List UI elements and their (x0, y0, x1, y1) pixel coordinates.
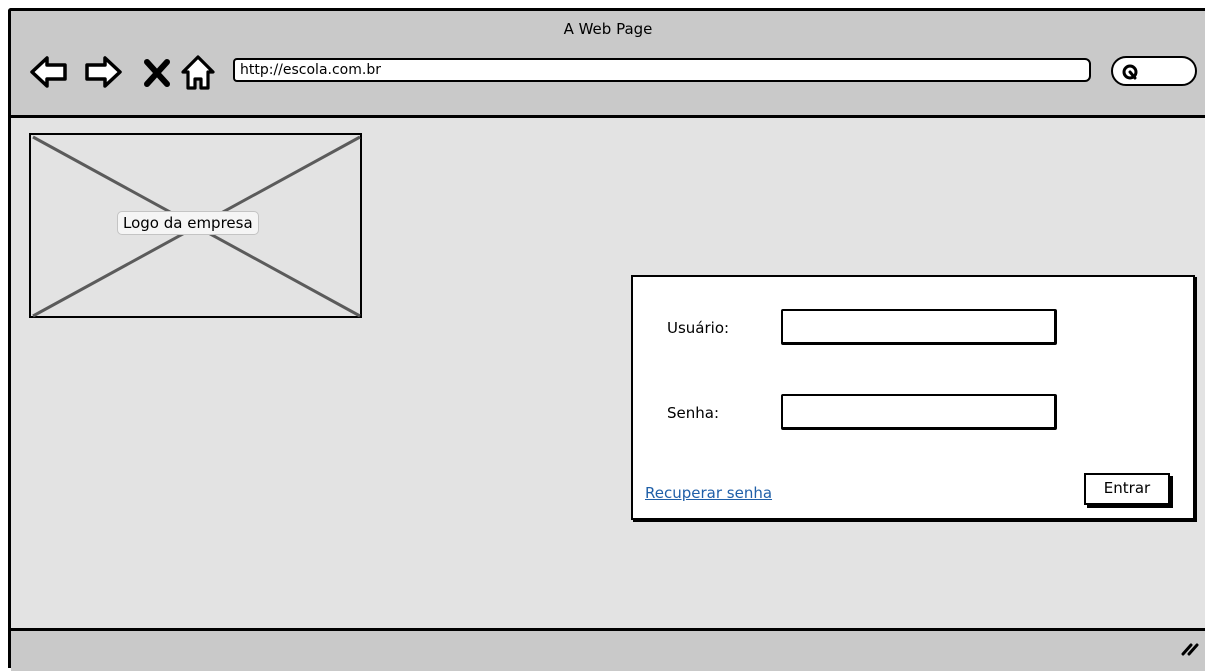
enter-button[interactable]: Entrar (1084, 473, 1170, 505)
user-input[interactable] (781, 309, 1057, 345)
browser-window: A Web Page http://escola.com.br Logo da … (8, 8, 1205, 671)
close-x-icon[interactable] (139, 52, 179, 92)
page-content: Logo da empresa Usuário: Senha: Recupera… (11, 118, 1205, 668)
resize-grip-icon[interactable] (1181, 639, 1199, 657)
logo-placeholder: Logo da empresa (29, 133, 362, 318)
password-label: Senha: (667, 404, 720, 422)
browser-toolbar: A Web Page http://escola.com.br (11, 11, 1205, 118)
search-icon (1122, 64, 1138, 80)
user-label: Usuário: (667, 319, 730, 337)
login-form: Usuário: Senha: Recuperar senha Entrar (631, 275, 1195, 520)
window-title: A Web Page (563, 20, 653, 38)
forward-arrow-icon[interactable] (83, 52, 123, 92)
recover-password-link[interactable]: Recuperar senha (645, 484, 772, 502)
url-bar[interactable]: http://escola.com.br (233, 58, 1091, 82)
home-icon[interactable] (179, 52, 219, 92)
logo-label: Logo da empresa (117, 211, 259, 235)
back-arrow-icon[interactable] (29, 52, 69, 92)
search-button[interactable] (1111, 56, 1197, 86)
password-input[interactable] (781, 394, 1057, 430)
status-bar (11, 628, 1205, 671)
